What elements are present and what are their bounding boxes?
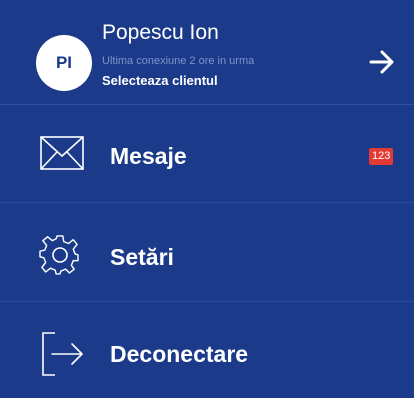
unread-badge: 123 xyxy=(369,148,394,165)
arrow-right-icon[interactable] xyxy=(366,47,398,77)
user-name: Popescu Ion xyxy=(102,21,219,44)
menu-item-label: Setări xyxy=(110,244,174,270)
menu-item-label: Deconectare xyxy=(110,341,249,367)
last-login-text: Ultima conexiune 2 ore in urma xyxy=(102,55,255,67)
menu-item-settings[interactable]: Setări xyxy=(0,206,414,302)
select-client-link[interactable]: Selecteaza clientul xyxy=(102,73,218,88)
envelope-icon xyxy=(40,136,84,170)
gear-icon xyxy=(39,235,79,275)
avatar: PI xyxy=(36,35,92,91)
profile-header[interactable]: PI Popescu Ion Ultima conexiune 2 ore in… xyxy=(0,0,414,105)
menu-item-label: Mesaje xyxy=(110,143,187,169)
menu-item-logout[interactable]: Deconectare xyxy=(0,303,414,398)
logout-icon xyxy=(42,332,83,376)
menu-item-messages[interactable]: Mesaje 123 xyxy=(0,107,414,203)
side-menu: PI Popescu Ion Ultima conexiune 2 ore in… xyxy=(0,0,414,398)
